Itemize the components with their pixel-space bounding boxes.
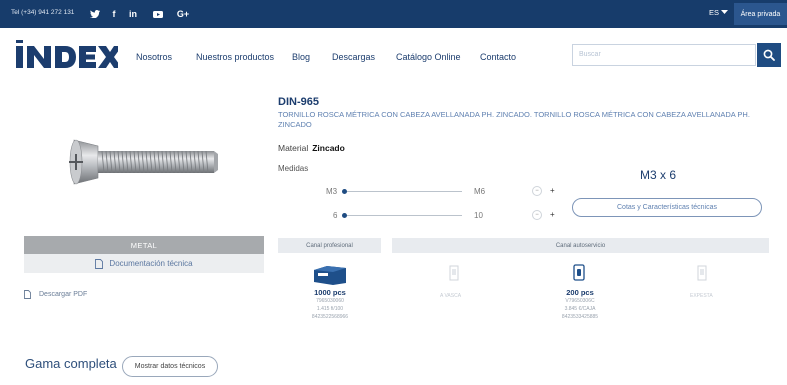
language-selector[interactable]: ES: [709, 8, 729, 17]
increment-diameter-button[interactable]: +: [550, 186, 555, 195]
pack-professional[interactable]: 1000 pcs 7965030060 1.415 fi/100 8423522…: [298, 288, 362, 321]
measures-label: Medidas: [278, 164, 309, 173]
pack-ean: 8423533425885: [561, 314, 599, 320]
technical-docs-label: Documentación técnica: [109, 259, 193, 268]
chevron-down-icon: [721, 10, 729, 14]
faint-pack-label-1: A VASCA: [440, 293, 462, 299]
material-row: Material Zincado: [278, 143, 345, 153]
nav-nosotros[interactable]: Nosotros: [136, 52, 172, 62]
product-description: TORNILLO ROSCA MÉTRICA CON CABEZA AVELLA…: [278, 110, 750, 129]
document-icon: [95, 258, 104, 269]
pack-ean: 8423522568966: [311, 314, 349, 320]
product-image: [24, 96, 264, 236]
technical-docs-link[interactable]: Documentación técnica: [24, 254, 264, 273]
nav-contacto[interactable]: Contacto: [480, 52, 516, 62]
material-tab-metal[interactable]: METAL: [24, 236, 264, 254]
pack-ref: 7965030060: [316, 298, 344, 304]
material-label: Material: [278, 143, 309, 153]
box-icon: [314, 266, 346, 285]
pack-price: 3.845 €/CAJA: [564, 306, 596, 312]
slider-diameter-track[interactable]: [344, 191, 462, 192]
faint-pack-label-2: EXPESTA: [690, 293, 713, 299]
linkedin-icon[interactable]: in: [126, 7, 140, 21]
search-input[interactable]: Buscar: [572, 44, 756, 66]
show-technical-data-button[interactable]: Mostrar datos técnicos: [122, 356, 218, 377]
slider-length-max: 10: [474, 211, 483, 220]
slider-diameter-handle[interactable]: [342, 189, 347, 194]
search-button[interactable]: [757, 43, 781, 67]
product-code: DIN-965: [278, 96, 319, 108]
decrement-length-button[interactable]: −: [532, 210, 542, 220]
material-value: Zincado: [312, 143, 345, 153]
pack-price: 1.415 fi/100: [316, 306, 344, 312]
pack-quantity: 200 pcs: [566, 288, 594, 297]
googleplus-icon[interactable]: G+: [176, 7, 190, 21]
blister-icon: [573, 264, 585, 281]
search-icon: [763, 49, 775, 61]
nav-catalogo-online[interactable]: Catálogo Online: [396, 52, 461, 62]
technical-features-button[interactable]: Cotas y Características técnicas: [572, 198, 762, 217]
phone-number[interactable]: Tel (+34) 941 272 131: [11, 9, 74, 16]
slider-length-min: 6: [333, 211, 338, 220]
blister-faint-icon: [449, 265, 459, 281]
download-pdf-link[interactable]: Descargar PDF: [24, 290, 87, 299]
slider-diameter-min: M3: [326, 187, 338, 196]
nav-nuestros-productos[interactable]: Nuestros productos: [196, 52, 274, 62]
section-title-gama: Gama completa: [25, 356, 117, 371]
increment-length-button[interactable]: +: [550, 210, 555, 219]
tab-self-service-channel[interactable]: Canal autoservicio: [392, 238, 769, 253]
pack-ref: V79650306C: [565, 298, 595, 304]
slider-length-handle[interactable]: [342, 213, 347, 218]
selected-size: M3 x 6: [640, 168, 677, 182]
slider-length-track[interactable]: [344, 215, 462, 216]
blister-faint-icon: [697, 265, 707, 281]
top-bar: Tel (+34) 941 272 131 f in G+ ES Área pr…: [0, 0, 787, 28]
tab-professional-channel[interactable]: Canal profesional: [278, 238, 381, 253]
language-label: ES: [709, 8, 720, 17]
nav-blog[interactable]: Blog: [292, 52, 310, 62]
nav-descargas[interactable]: Descargas: [332, 52, 375, 62]
twitter-icon[interactable]: [89, 7, 101, 21]
slider-diameter-max: M6: [474, 187, 486, 196]
pack-self-service[interactable]: 200 pcs V79650306C 3.845 €/CAJA 84235334…: [548, 288, 612, 321]
private-area-button[interactable]: Área privada: [734, 3, 787, 25]
download-pdf-label: Descargar PDF: [39, 291, 88, 298]
youtube-icon[interactable]: [152, 7, 164, 21]
pdf-icon: [24, 290, 31, 299]
facebook-icon[interactable]: f: [109, 7, 119, 21]
pack-quantity: 1000 pcs: [314, 288, 346, 297]
index-logo[interactable]: ®: [12, 40, 118, 70]
svg-text:®: ®: [116, 46, 118, 51]
decrement-diameter-button[interactable]: −: [532, 186, 542, 196]
